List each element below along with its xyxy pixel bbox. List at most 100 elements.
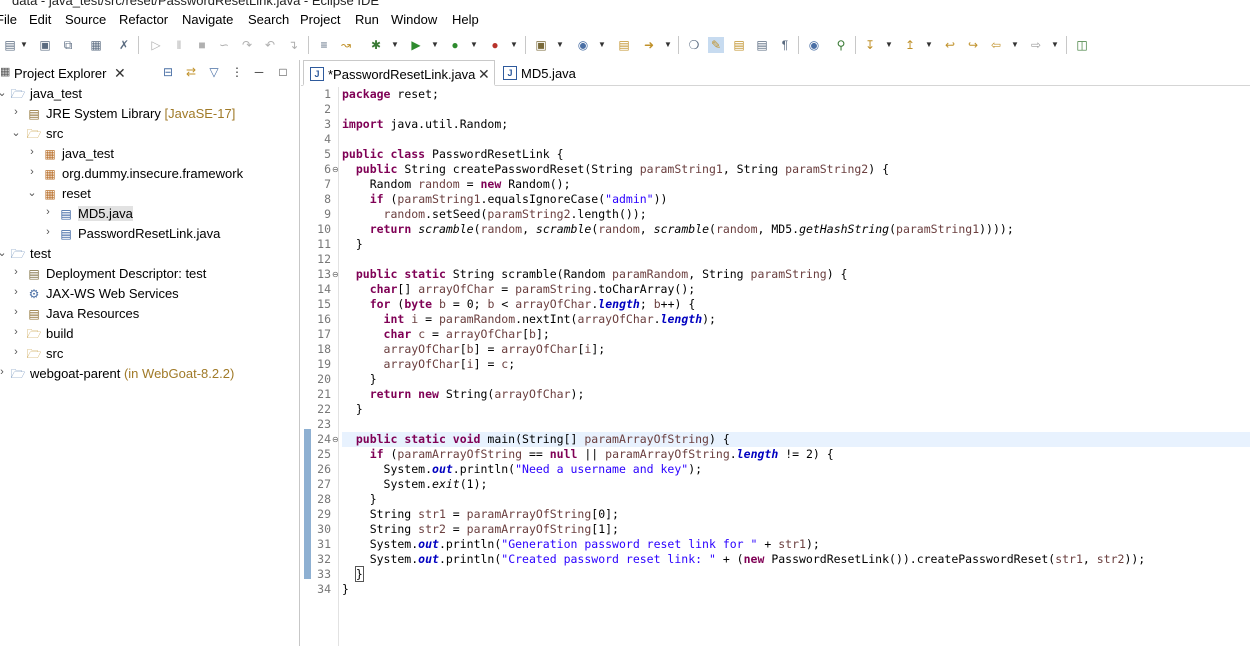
code-line[interactable]: public String createPasswordReset(String…: [342, 162, 1250, 177]
code-line[interactable]: System.out.println("Generation password …: [342, 537, 1250, 552]
debug-icon[interactable]: ✱: [368, 37, 384, 53]
next-annotation-icon[interactable]: ↧: [862, 37, 878, 53]
code-line[interactable]: }: [342, 237, 1250, 252]
new-java-project-dropdown-icon[interactable]: ▼: [556, 37, 564, 53]
code-line[interactable]: System.exit(1);: [342, 477, 1250, 492]
chevron-right-icon[interactable]: ›: [10, 306, 22, 318]
code-area[interactable]: package reset; import java.util.Random; pu…: [342, 87, 1250, 646]
menu-help[interactable]: Help: [452, 12, 479, 27]
code-line[interactable]: [342, 102, 1250, 117]
code-line[interactable]: String str2 = paramArrayOfString[1];: [342, 522, 1250, 537]
disconnect-icon[interactable]: ∽: [216, 37, 232, 53]
coverage-icon[interactable]: ●: [447, 37, 463, 53]
chevron-right-icon[interactable]: ›: [10, 326, 22, 338]
next-annotation-dropdown-icon[interactable]: ▼: [885, 37, 893, 53]
menu-source[interactable]: Source: [65, 12, 106, 27]
code-line[interactable]: String str1 = paramArrayOfString[0];: [342, 507, 1250, 522]
code-line[interactable]: import java.util.Random;: [342, 117, 1250, 132]
chevron-right-icon[interactable]: ›: [10, 346, 22, 358]
menu-file[interactable]: File: [0, 12, 17, 27]
chevron-down-icon[interactable]: ⌄: [26, 186, 38, 199]
last-edit-location-icon[interactable]: ↩: [942, 37, 958, 53]
chevron-right-icon[interactable]: ›: [0, 366, 8, 378]
code-line[interactable]: char c = arrayOfChar[b];: [342, 327, 1250, 342]
menu-project[interactable]: Project: [300, 12, 340, 27]
maximize-icon[interactable]: □: [275, 64, 291, 80]
menu-search[interactable]: Search: [248, 12, 289, 27]
forward-dropdown-icon[interactable]: ▼: [1051, 37, 1059, 53]
chevron-right-icon[interactable]: ›: [10, 106, 22, 118]
terminate-icon[interactable]: ■: [194, 37, 210, 53]
code-line[interactable]: public static String scramble(Random par…: [342, 267, 1250, 282]
code-line[interactable]: System.out.println("Need a username and …: [342, 462, 1250, 477]
external-tools-icon[interactable]: ●: [487, 37, 503, 53]
step-over-icon[interactable]: ↶: [262, 37, 278, 53]
debug-view-icon[interactable]: ≡: [316, 37, 332, 53]
new-class-icon[interactable]: ◉: [575, 37, 591, 53]
project-explorer-tab[interactable]: ▦ Project Explorer ✕: [0, 62, 140, 84]
tab-md5[interactable]: J MD5.java: [497, 60, 587, 86]
open-type-icon[interactable]: ▤: [616, 37, 632, 53]
code-line[interactable]: System.out.println("Created password res…: [342, 552, 1250, 567]
code-line[interactable]: }: [342, 402, 1250, 417]
code-line[interactable]: char[] arrayOfChar = paramString.toCharA…: [342, 282, 1250, 297]
chevron-right-icon[interactable]: ›: [42, 226, 54, 238]
code-line[interactable]: if (paramString1.equalsIgnoreCase("admin…: [342, 192, 1250, 207]
tab-passwordresetlink[interactable]: J *PasswordResetLink.java ✕: [303, 60, 495, 86]
menu-refactor[interactable]: Refactor: [119, 12, 168, 27]
new-dropdown-icon[interactable]: ▼: [20, 37, 28, 53]
code-line[interactable]: }: [342, 566, 1250, 582]
save-icon[interactable]: ▣: [37, 37, 53, 53]
open-task-icon[interactable]: ➜: [641, 37, 657, 53]
code-line[interactable]: }: [342, 372, 1250, 387]
toggle-annotation-icon[interactable]: ❍: [686, 37, 702, 53]
forward-icon[interactable]: ⇨: [1028, 37, 1044, 53]
close-icon[interactable]: ✕: [114, 65, 126, 82]
mark-occurrences-icon[interactable]: ✎: [708, 37, 724, 53]
next-edit-location-icon[interactable]: ↪: [965, 37, 981, 53]
chevron-right-icon[interactable]: ›: [10, 286, 22, 298]
code-line[interactable]: arrayOfChar[i] = c;: [342, 357, 1250, 372]
menu-window[interactable]: Window: [391, 12, 437, 27]
code-line[interactable]: int i = paramRandom.nextInt(arrayOfChar.…: [342, 312, 1250, 327]
close-icon[interactable]: ✕: [478, 66, 490, 83]
collapse-all-icon[interactable]: ⊟: [160, 64, 176, 80]
fold-toggle-icon[interactable]: ⊖: [332, 432, 339, 447]
chevron-down-icon[interactable]: ⌄: [0, 86, 8, 99]
code-line[interactable]: for (byte b = 0; b < arrayOfChar.length;…: [342, 297, 1250, 312]
code-line[interactable]: [342, 132, 1250, 147]
chevron-right-icon[interactable]: ›: [26, 146, 38, 158]
console-icon[interactable]: ▦: [88, 37, 104, 53]
coverage-dropdown-icon[interactable]: ▼: [470, 37, 478, 53]
code-line[interactable]: [342, 252, 1250, 267]
code-line[interactable]: if (paramArrayOfString == null || paramA…: [342, 447, 1250, 462]
search-icon[interactable]: ⚲: [833, 37, 849, 53]
open-web-browser-icon[interactable]: ◉: [806, 37, 822, 53]
skip-breakpoints-icon[interactable]: ✗: [116, 37, 132, 53]
chevron-down-icon[interactable]: ⌄: [0, 246, 8, 259]
new-icon[interactable]: ▤: [2, 37, 18, 53]
step-into-icon[interactable]: ↷: [239, 37, 255, 53]
chevron-down-icon[interactable]: ⌄: [10, 126, 22, 139]
step-return-icon[interactable]: ↴: [285, 37, 301, 53]
fold-toggle-icon[interactable]: ⊖: [332, 267, 339, 282]
code-line[interactable]: Random random = new Random();: [342, 177, 1250, 192]
minimize-icon[interactable]: ─: [251, 64, 267, 80]
show-whitespace-icon[interactable]: ¶: [777, 37, 793, 53]
debug-dropdown-icon[interactable]: ▼: [391, 37, 399, 53]
menu-navigate[interactable]: Navigate: [182, 12, 233, 27]
link-with-editor-icon[interactable]: ⇄: [183, 64, 199, 80]
back-icon[interactable]: ⇦: [988, 37, 1004, 53]
code-line[interactable]: public class PasswordResetLink {: [342, 147, 1250, 162]
open-perspective-icon[interactable]: ◫: [1074, 37, 1090, 53]
resume-icon[interactable]: ▷: [148, 37, 164, 53]
fold-toggle-icon[interactable]: ⊖: [332, 162, 339, 177]
run-icon[interactable]: ▶: [408, 37, 424, 53]
chevron-right-icon[interactable]: ›: [10, 266, 22, 278]
use-step-filters-icon[interactable]: ↝: [338, 37, 354, 53]
save-all-icon[interactable]: ⧉: [60, 37, 76, 53]
view-menu-icon[interactable]: ⋮: [229, 64, 245, 80]
menu-run[interactable]: Run: [355, 12, 379, 27]
external-tools-dropdown-icon[interactable]: ▼: [510, 37, 518, 53]
open-task-dropdown-icon[interactable]: ▼: [664, 37, 672, 53]
